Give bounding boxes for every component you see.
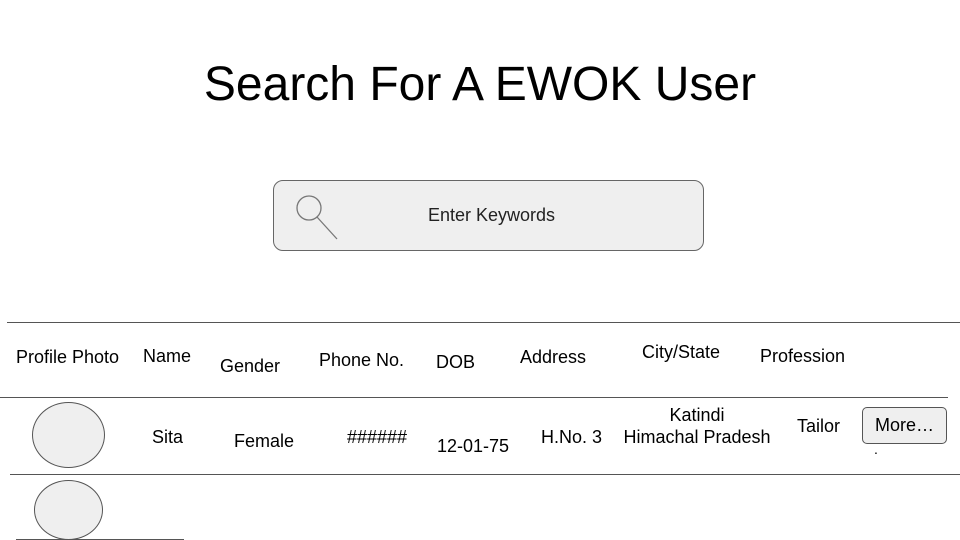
header-city-state: City/State xyxy=(642,342,721,362)
search-icon xyxy=(296,195,338,240)
header-address: Address xyxy=(520,347,587,367)
cell-dob: 12-01-75 xyxy=(437,436,510,456)
header-dob: DOB xyxy=(436,352,476,372)
avatar xyxy=(32,402,105,468)
avatar xyxy=(34,480,103,540)
page-title: Search For A EWOK User xyxy=(203,58,757,111)
cell-address: H.No. 3 xyxy=(541,427,603,447)
cell-profession: Tailor xyxy=(797,416,841,436)
cell-state: Himachal Pradesh xyxy=(623,427,771,447)
cell-gender: Female xyxy=(234,431,295,451)
cell-city: Katindi xyxy=(669,405,725,425)
header-name: Name xyxy=(143,346,192,366)
cell-name: Sita xyxy=(152,427,184,447)
header-gender: Gender xyxy=(220,356,281,376)
more-trailing-dot: . xyxy=(874,441,878,457)
header-profession: Profession xyxy=(760,346,846,366)
header-profile-photo: Profile Photo xyxy=(16,347,120,367)
more-button[interactable]: More… xyxy=(862,407,947,444)
search-input[interactable]: Enter Keywords xyxy=(273,180,704,251)
table-top-divider xyxy=(7,322,960,323)
header-phone: Phone No. xyxy=(319,350,405,370)
cell-city-state: Katindi Himachal Pradesh xyxy=(612,404,782,448)
table-header-divider xyxy=(0,397,948,398)
cell-phone: ###### xyxy=(347,427,408,447)
table-row-divider xyxy=(10,474,960,475)
search-placeholder: Enter Keywords xyxy=(427,205,556,225)
